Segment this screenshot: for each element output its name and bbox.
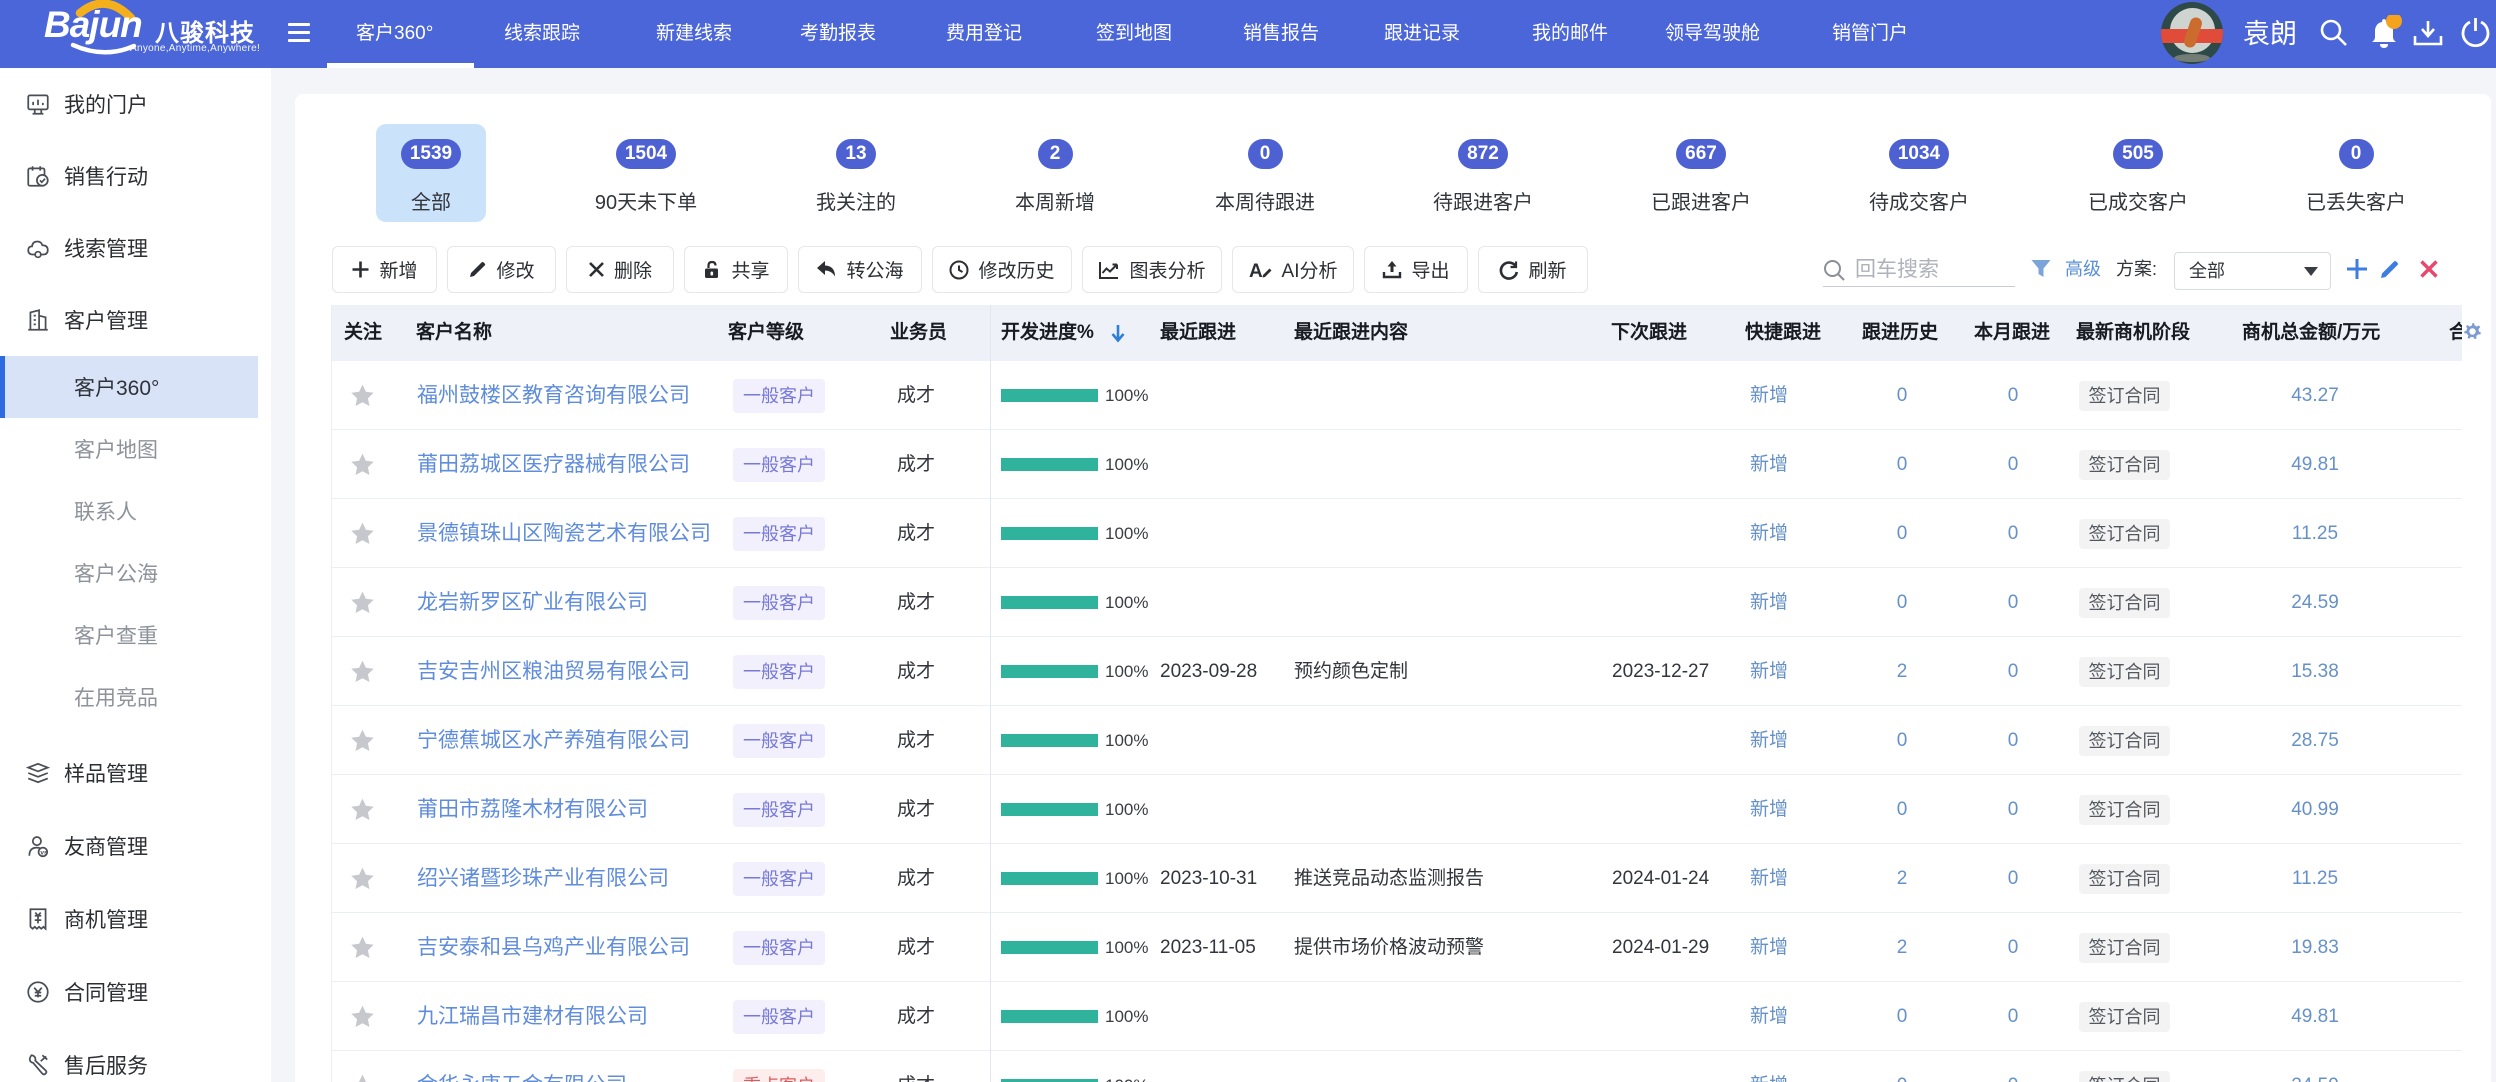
svg-text:vs: vs	[40, 849, 48, 856]
